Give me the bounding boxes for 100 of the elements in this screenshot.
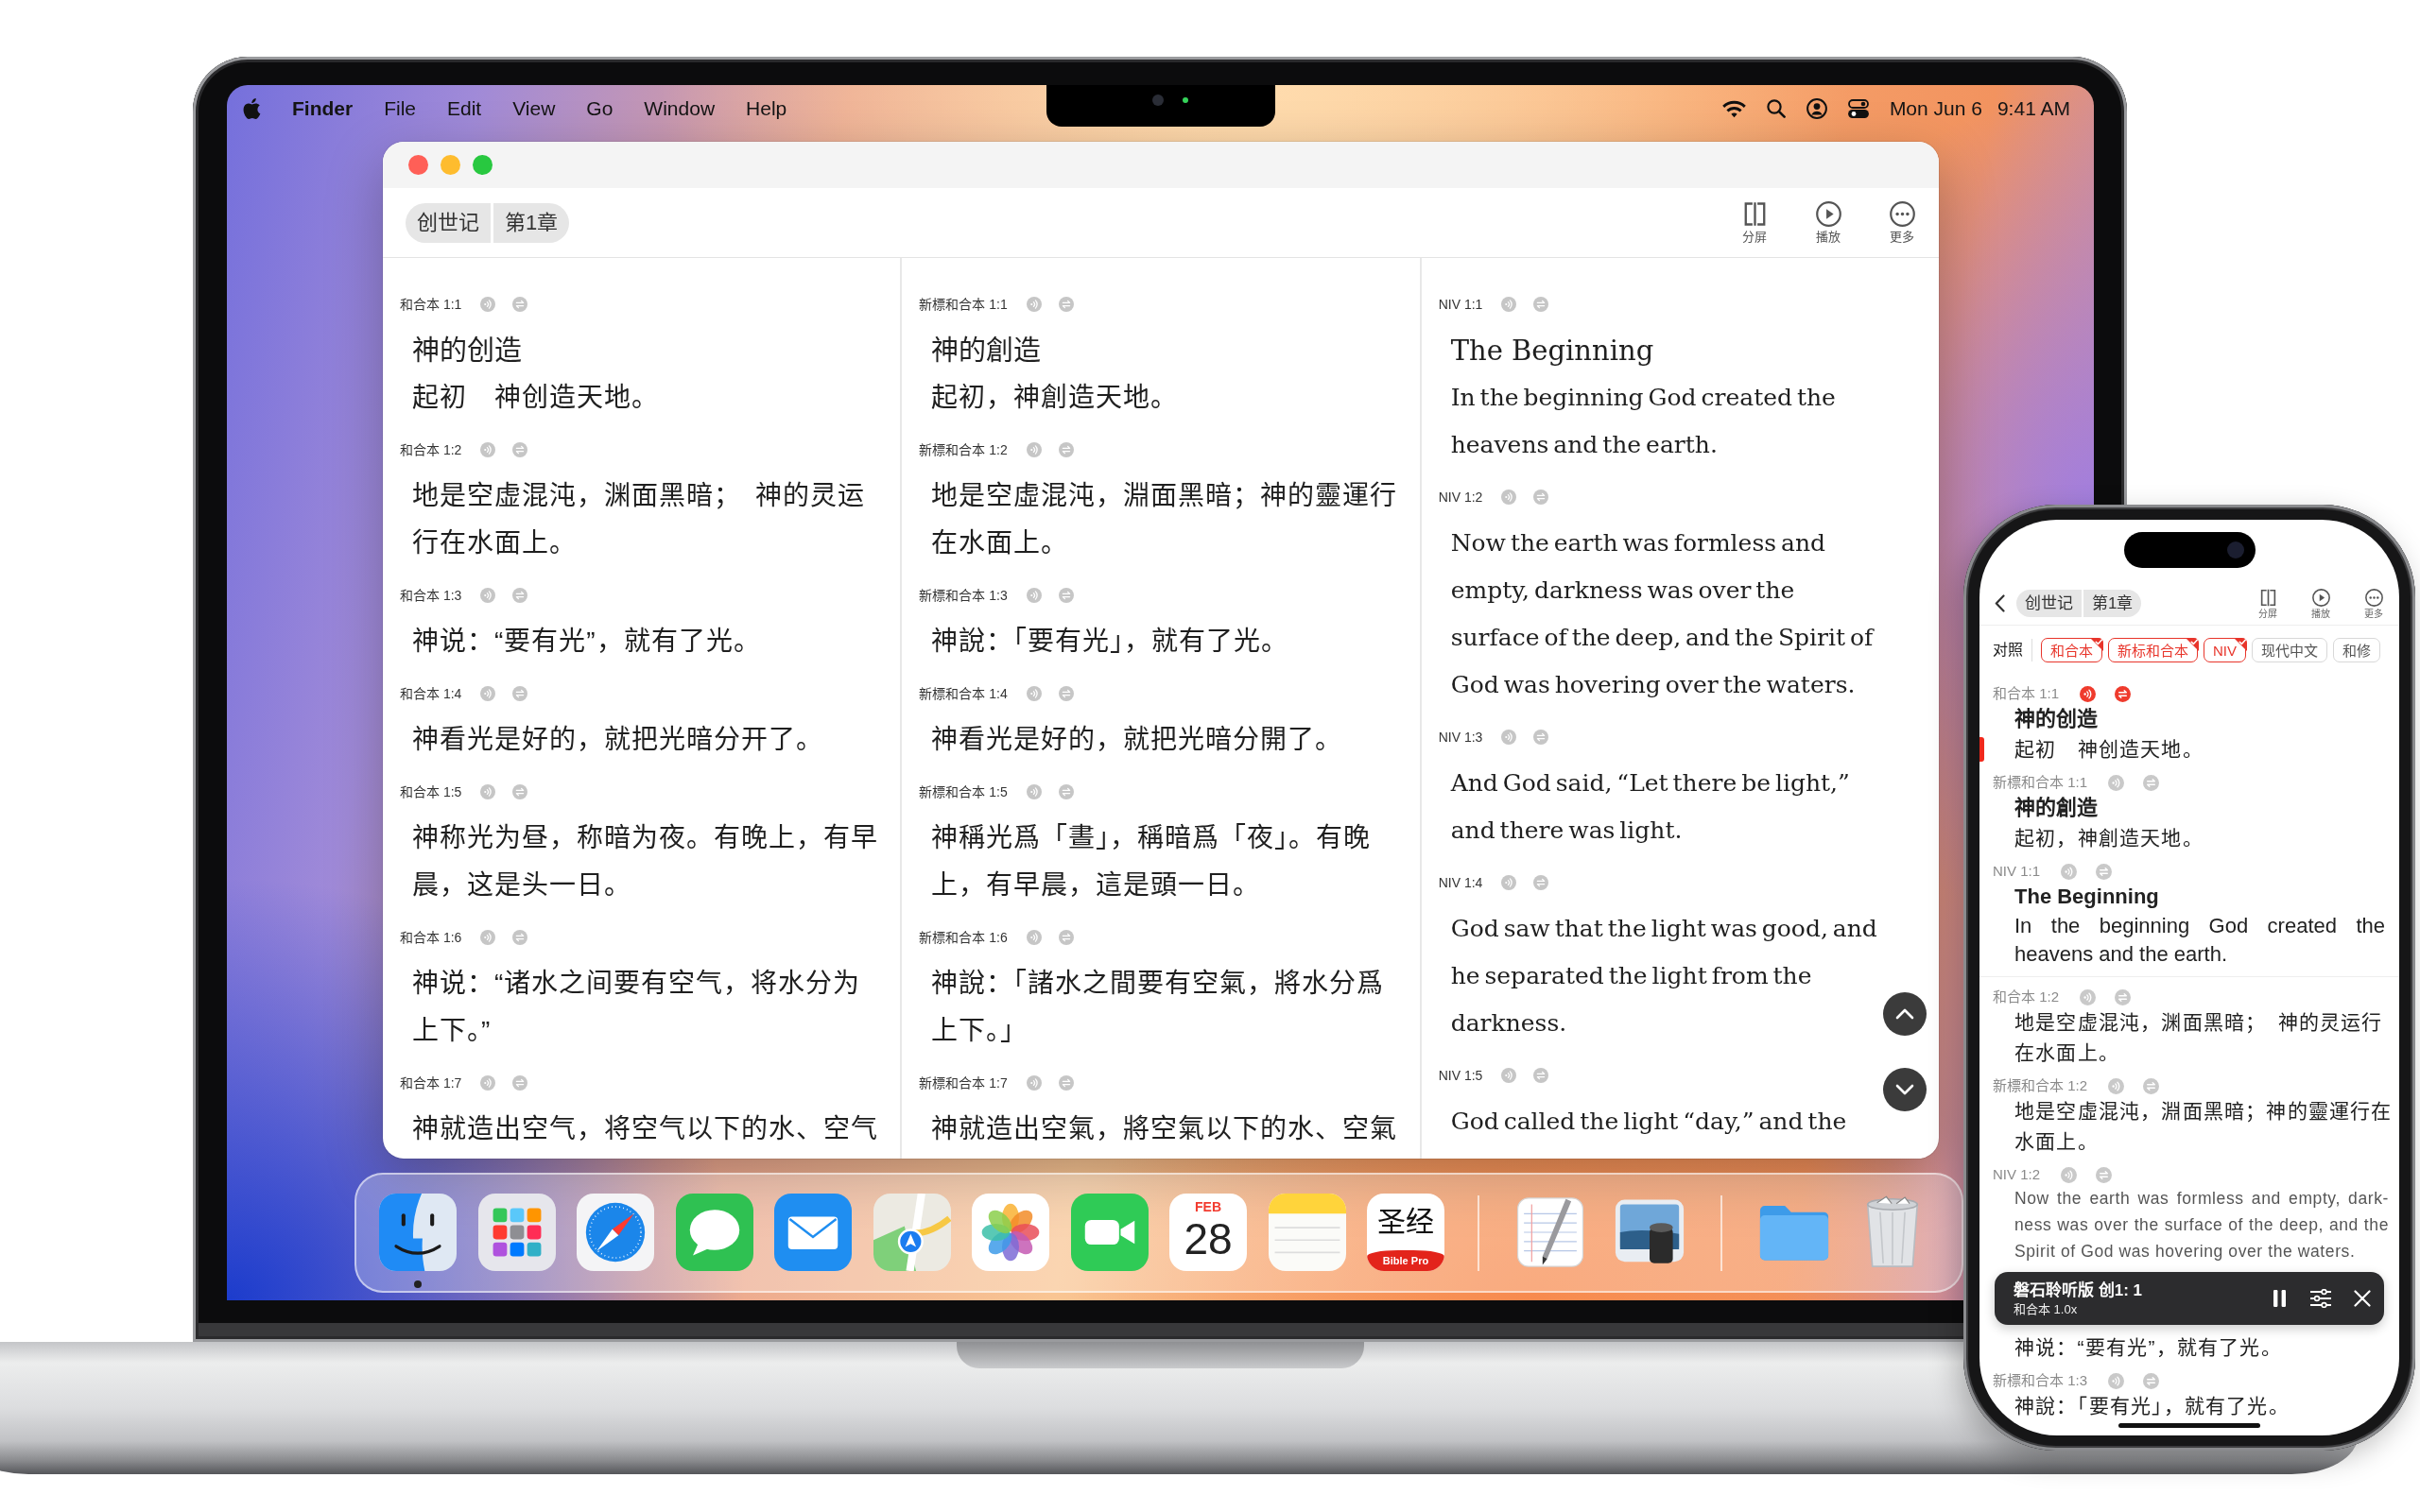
split-screen-button[interactable]: 分屏 <box>1731 200 1778 245</box>
sound-icon[interactable] <box>2061 863 2078 880</box>
swap-icon[interactable] <box>1058 442 1074 457</box>
book-selector[interactable]: 创世记 <box>2016 590 2082 617</box>
swap-icon[interactable] <box>1533 490 1549 505</box>
sound-icon[interactable] <box>1026 784 1042 799</box>
sound-icon[interactable] <box>2108 1372 2125 1389</box>
swap-icon[interactable] <box>1533 730 1549 745</box>
back-icon[interactable] <box>1995 594 2005 612</box>
sliders-icon[interactable] <box>2310 1289 2331 1308</box>
sound-icon[interactable] <box>2080 685 2097 702</box>
sound-icon[interactable] <box>2080 988 2097 1005</box>
swap-icon[interactable] <box>2115 988 2132 1005</box>
zoom-button[interactable] <box>473 155 493 175</box>
sound-icon[interactable] <box>1501 1068 1517 1083</box>
compass-icon[interactable] <box>577 1194 654 1271</box>
swap-icon[interactable] <box>1058 784 1074 799</box>
more-icon <box>2364 588 2383 607</box>
calendar-tile[interactable]: FEB 28 <box>1169 1194 1247 1271</box>
version-chip[interactable]: 和合本 <box>2041 638 2102 662</box>
sound-icon[interactable] <box>480 784 496 799</box>
swap-icon[interactable] <box>1533 297 1549 312</box>
chapter-selector[interactable]: 第1章 <box>493 202 570 243</box>
toggle-switches-icon[interactable] <box>1847 98 1869 119</box>
swap-icon[interactable] <box>512 297 528 312</box>
swap-icon[interactable] <box>1058 930 1074 945</box>
close-icon[interactable] <box>2354 1290 2371 1307</box>
app-menu[interactable]: Finder <box>292 94 354 124</box>
sound-icon[interactable] <box>1026 930 1042 945</box>
swap-icon[interactable] <box>2115 685 2132 702</box>
swap-icon[interactable] <box>1058 297 1074 312</box>
sound-icon[interactable] <box>1026 686 1042 701</box>
flower-icon[interactable] <box>972 1194 1049 1271</box>
user-icon[interactable] <box>1806 98 1827 119</box>
swap-icon[interactable] <box>512 686 528 701</box>
swap-icon[interactable] <box>1058 588 1074 603</box>
swap-icon[interactable] <box>1533 1068 1549 1083</box>
sound-icon[interactable] <box>480 442 496 457</box>
sound-icon[interactable] <box>2108 1077 2125 1094</box>
minimize-button[interactable] <box>441 155 460 175</box>
swap-icon[interactable] <box>2096 1166 2113 1183</box>
swap-icon[interactable] <box>512 588 528 603</box>
sound-icon[interactable] <box>1026 588 1042 603</box>
split-screen-button[interactable]: 分屏 <box>2249 588 2287 619</box>
map-icon[interactable] <box>873 1194 951 1271</box>
more-button[interactable]: 更多 <box>1878 200 1926 245</box>
version-chip[interactable]: NIV <box>2204 638 2246 662</box>
sound-icon[interactable] <box>1026 1075 1042 1091</box>
apple-icon[interactable] <box>242 97 261 120</box>
video-camera-icon[interactable] <box>1070 1194 1149 1271</box>
sound-icon[interactable] <box>1501 490 1517 505</box>
pause-icon[interactable] <box>2273 1290 2286 1307</box>
sound-icon[interactable] <box>1501 730 1517 745</box>
book-selector[interactable]: 创世记 <box>406 202 491 243</box>
menu-item[interactable]: Help <box>746 94 787 124</box>
sound-icon[interactable] <box>480 588 496 603</box>
bible-app-tile[interactable]: 圣经 Bible Pro <box>1367 1194 1444 1271</box>
sound-icon[interactable] <box>480 686 496 701</box>
sound-icon[interactable] <box>1501 297 1517 312</box>
menu-item[interactable]: View <box>512 94 556 124</box>
scroll-up-button[interactable] <box>1883 992 1927 1036</box>
swap-icon[interactable] <box>1058 1075 1074 1091</box>
swap-icon[interactable] <box>1533 875 1549 890</box>
swap-icon[interactable] <box>512 1075 528 1091</box>
swap-icon[interactable] <box>512 442 528 457</box>
sound-icon[interactable] <box>480 1075 496 1091</box>
app-grid-icon[interactable] <box>477 1194 556 1271</box>
close-button[interactable] <box>408 155 428 175</box>
swap-icon[interactable] <box>512 930 528 945</box>
chapter-selector[interactable]: 第1章 <box>2083 590 2142 617</box>
sound-icon[interactable] <box>2061 1166 2078 1183</box>
version-chip[interactable]: 新标和合本 <box>2108 638 2198 662</box>
play-button[interactable]: 播放 <box>1805 200 1852 245</box>
menu-item[interactable]: Window <box>644 94 716 124</box>
menu-item[interactable]: Edit <box>447 94 482 124</box>
sound-icon[interactable] <box>1026 442 1042 457</box>
sound-icon[interactable] <box>480 297 496 312</box>
menu-item[interactable]: File <box>384 94 416 124</box>
wifi-icon[interactable] <box>1721 99 1746 118</box>
swap-icon[interactable] <box>512 784 528 799</box>
search-icon[interactable] <box>1766 99 1786 118</box>
swap-icon[interactable] <box>2096 863 2113 880</box>
menu-item[interactable]: Go <box>586 94 614 124</box>
swap-icon[interactable] <box>2143 1372 2160 1389</box>
speech-bubble-icon[interactable] <box>675 1194 753 1271</box>
scroll-down-button[interactable] <box>1883 1068 1927 1111</box>
sound-icon[interactable] <box>1501 875 1517 890</box>
play-button[interactable]: 播放 <box>2302 588 2340 619</box>
envelope-icon[interactable] <box>774 1194 852 1271</box>
notepad-icon[interactable] <box>1268 1194 1346 1271</box>
swap-icon[interactable] <box>2143 1077 2160 1094</box>
sound-icon[interactable] <box>2108 774 2125 791</box>
version-chip[interactable]: 和修 <box>2333 638 2380 662</box>
sound-icon[interactable] <box>480 930 496 945</box>
swap-icon[interactable] <box>2143 774 2160 791</box>
sound-icon[interactable] <box>1026 297 1042 312</box>
more-button[interactable]: 更多 <box>2355 588 2393 619</box>
version-chip[interactable]: 现代中文 <box>2252 638 2327 662</box>
swap-icon[interactable] <box>1058 686 1074 701</box>
smiling-face-icon[interactable] <box>379 1194 457 1271</box>
